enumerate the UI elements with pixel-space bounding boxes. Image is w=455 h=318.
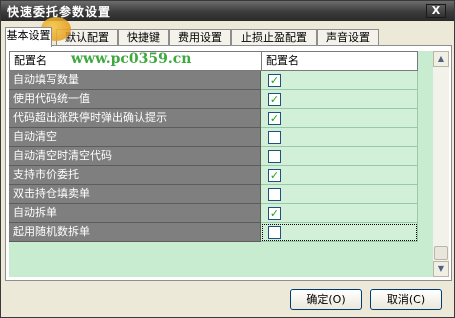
table-row[interactable]: 使用代码统一值 ✓ <box>9 90 418 109</box>
close-button[interactable]: X <box>426 4 446 18</box>
table-row[interactable]: 双击持仓填卖单 <box>9 185 418 204</box>
table-row[interactable]: 支持市价委托 ✓ <box>9 166 418 185</box>
setting-name-cell: 自动填写数量 <box>9 71 261 90</box>
setting-name-cell: 双击持仓填卖单 <box>9 185 261 204</box>
checkbox-unchecked[interactable] <box>268 226 281 239</box>
checkbox-checked[interactable]: ✓ <box>268 207 281 220</box>
checkbox-checked[interactable]: ✓ <box>268 169 281 182</box>
dialog-window: 快速委托参数设置 X 基本设置 默认配置 快捷键 费用设置 止损止盈配置 声音设… <box>0 0 455 318</box>
checkbox-checked[interactable]: ✓ <box>268 112 281 125</box>
checkbox-checked[interactable]: ✓ <box>268 93 281 106</box>
setting-value-cell[interactable] <box>261 147 418 166</box>
setting-value-cell[interactable]: ✓ <box>261 71 418 90</box>
tab-basic-settings[interactable]: 基本设置 <box>5 27 52 47</box>
title-bar[interactable]: 快速委托参数设置 X <box>1 1 454 21</box>
checkbox-unchecked[interactable] <box>268 150 281 163</box>
table-row[interactable]: 代码超出涨跌停时弹出确认提示 ✓ <box>9 109 418 128</box>
tab-strip: 基本设置 默认配置 快捷键 费用设置 止损止盈配置 声音设置 <box>5 27 451 47</box>
table-row[interactable]: 自动填写数量 ✓ <box>9 71 418 90</box>
setting-value-cell[interactable] <box>261 128 418 147</box>
scroll-up-arrow-icon[interactable]: ▲ <box>433 51 449 67</box>
settings-grid: 配置名 配置名 自动填写数量 ✓ 使用代码统一值 ✓ 代码超出涨跌停时弹出确认提示 ✓ 自动… <box>9 51 433 277</box>
cancel-button[interactable]: 取消(C) <box>370 289 442 310</box>
setting-value-cell[interactable]: ✓ <box>261 204 418 223</box>
setting-value-cell[interactable]: ✓ <box>261 90 418 109</box>
setting-value-cell[interactable]: ✓ <box>261 109 418 128</box>
tab-stop-loss-config[interactable]: 止损止盈配置 <box>231 29 317 46</box>
table-row[interactable]: 自动拆单 ✓ <box>9 204 418 223</box>
tab-fee-settings[interactable]: 费用设置 <box>169 29 231 46</box>
setting-name-cell: 代码超出涨跌停时弹出确认提示 <box>9 109 261 128</box>
table-row[interactable]: 自动清空 <box>9 128 418 147</box>
setting-value-cell[interactable]: ✓ <box>261 166 418 185</box>
table-row[interactable]: 自动清空时清空代码 <box>9 147 418 166</box>
setting-name-cell: 自动拆单 <box>9 204 261 223</box>
setting-name-cell: 使用代码统一值 <box>9 90 261 109</box>
checkbox-unchecked[interactable] <box>268 188 281 201</box>
setting-name-cell: 起用随机数拆单 <box>9 223 261 242</box>
checkbox-checked[interactable]: ✓ <box>268 74 281 87</box>
ok-button[interactable]: 确定(O) <box>290 289 362 310</box>
setting-name-cell: 支持市价委托 <box>9 166 261 185</box>
tab-sound-settings[interactable]: 声音设置 <box>317 29 379 46</box>
tab-shortcut-keys[interactable]: 快捷键 <box>118 29 169 46</box>
setting-name-cell: 自动清空 <box>9 128 261 147</box>
table-row[interactable]: 起用随机数拆单 <box>9 223 418 242</box>
setting-value-cell[interactable] <box>261 185 418 204</box>
vertical-scrollbar[interactable]: ▲ ▼ <box>433 51 449 277</box>
tab-panel: 配置名 配置名 自动填写数量 ✓ 使用代码统一值 ✓ 代码超出涨跌停时弹出确认提示 ✓ 自动… <box>5 45 452 281</box>
scroll-down-arrow-icon[interactable]: ▼ <box>433 261 449 277</box>
scroll-track[interactable] <box>433 67 449 261</box>
column-header-value[interactable]: 配置名 <box>261 51 418 71</box>
column-header-name[interactable]: 配置名 <box>9 51 262 71</box>
checkbox-unchecked[interactable] <box>268 131 281 144</box>
setting-name-cell: 自动清空时清空代码 <box>9 147 261 166</box>
setting-value-cell[interactable] <box>261 223 418 242</box>
scroll-thumb[interactable] <box>434 246 448 260</box>
